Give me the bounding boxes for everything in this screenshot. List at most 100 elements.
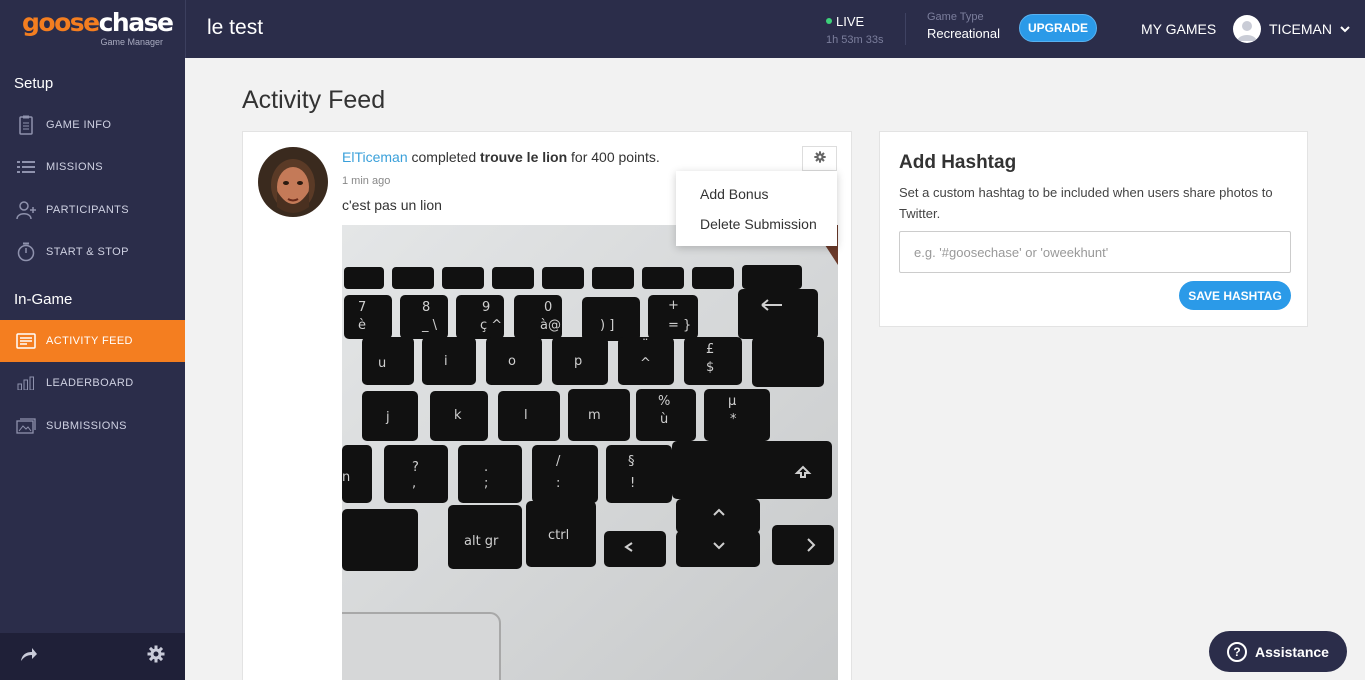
list-icon (16, 157, 36, 177)
svg-text:l: l (524, 408, 528, 423)
header-separator (905, 13, 906, 45)
share-arrow-icon[interactable] (20, 646, 38, 667)
svg-text:_ \: _ \ (421, 318, 438, 333)
sidebar-item-missions[interactable]: MISSIONS (0, 146, 185, 188)
submission-options-button[interactable] (802, 146, 837, 171)
hashtag-description: Set a custom hashtag to be included when… (899, 185, 1273, 221)
game-type-label: Game Type (927, 11, 984, 23)
svg-text:ù: ù (660, 412, 668, 427)
submission-photo[interactable]: 7 è 8 _ \ 9 ç ^ 0 à@) ] + = } u i o p ¨ ^ £ $ j k l m% ù µ * n… (342, 225, 838, 680)
svg-text:u: u (378, 356, 386, 371)
svg-text:j: j (385, 410, 390, 425)
delete-submission-option[interactable]: Delete Submission (676, 209, 837, 239)
feed-headline: ElTiceman completed trouve le lion for 4… (342, 149, 660, 165)
svg-text:alt gr: alt gr (464, 534, 499, 549)
user-menu[interactable]: TICEMAN (1233, 15, 1350, 43)
feed-caption: c'est pas un lion (342, 197, 442, 213)
svg-text::: : (556, 476, 560, 491)
upgrade-button[interactable]: UPGRADE (1019, 14, 1097, 42)
feed-user-link[interactable]: ElTiceman (342, 149, 408, 165)
sidebar-item-label: MISSIONS (46, 161, 103, 173)
header-divider (185, 0, 186, 58)
feed-mission: trouve le lion (480, 149, 568, 165)
feed-icon (16, 331, 36, 351)
svg-text:à@: à@ (540, 318, 561, 333)
svg-text:0: 0 (544, 300, 552, 315)
svg-text:i: i (444, 354, 448, 369)
sidebar-item-label: ACTIVITY FEED (46, 335, 133, 347)
sidebar-item-label: SUBMISSIONS (46, 420, 127, 432)
game-title: le test (207, 16, 264, 39)
svg-text:.: . (484, 460, 488, 475)
svg-text:9: 9 (482, 300, 490, 315)
game-type-value: Recreational (927, 26, 1000, 41)
svg-text:$: $ (706, 360, 714, 375)
setup-heading: Setup (14, 75, 54, 92)
feed-verb: completed (411, 149, 477, 165)
hashtag-input[interactable] (899, 231, 1291, 273)
svg-text:!: ! (630, 476, 635, 491)
user-avatar-icon (1233, 15, 1261, 43)
sidebar-item-start-stop[interactable]: START & STOP (0, 231, 185, 273)
svg-text:,: , (412, 476, 416, 491)
svg-text:8: 8 (422, 300, 430, 315)
assistance-button[interactable]: ? Assistance (1209, 631, 1347, 672)
svg-text:k: k (454, 408, 462, 423)
svg-text:= }: = } (668, 318, 691, 333)
sidebar-item-game-info[interactable]: GAME INFO (0, 104, 185, 146)
sidebar-item-leaderboard[interactable]: LEADERBOARD (0, 362, 185, 404)
feed-timestamp: 1 min ago (342, 175, 391, 187)
sidebar-item-label: GAME INFO (46, 119, 112, 131)
svg-text:m: m (588, 408, 601, 423)
svg-text:?: ? (412, 460, 419, 475)
sidebar-item-submissions[interactable]: SUBMISSIONS (0, 405, 185, 447)
logo-subtitle: Game Manager (100, 37, 163, 47)
page-title: Activity Feed (242, 86, 386, 114)
user-add-icon (16, 200, 36, 220)
submission-options-dropdown: Add Bonus Delete Submission (676, 171, 837, 246)
svg-text:+: + (668, 298, 679, 313)
add-bonus-option[interactable]: Add Bonus (676, 179, 837, 209)
user-avatar[interactable] (258, 147, 328, 217)
feed-points: for 400 points. (571, 149, 660, 165)
save-hashtag-button[interactable]: SAVE HASHTAG (1179, 281, 1291, 310)
svg-text:^: ^ (640, 356, 651, 371)
svg-text:ç ^: ç ^ (480, 318, 502, 333)
sidebar-item-participants[interactable]: PARTICIPANTS (0, 189, 185, 231)
logo-chase: chase (98, 8, 174, 37)
sidebar-footer (0, 633, 185, 680)
svg-text:è: è (358, 318, 366, 333)
settings-gear-icon[interactable] (147, 645, 165, 668)
live-status: LIVE 1h 53m 33s (826, 13, 883, 46)
ingame-heading: In-Game (14, 291, 73, 308)
goosechase-logo[interactable]: goosechase Game Manager (22, 8, 174, 47)
svg-text:ctrl: ctrl (548, 528, 569, 543)
my-games-link[interactable]: MY GAMES (1141, 21, 1216, 37)
question-mark-icon: ? (1227, 641, 1248, 662)
bar-chart-icon (16, 373, 36, 393)
svg-text:p: p (574, 354, 582, 369)
logo-goose: goose (22, 8, 100, 37)
add-hashtag-card: Add Hashtag Set a custom hashtag to be i… (879, 131, 1308, 327)
svg-text:o: o (508, 354, 516, 369)
assistance-label: Assistance (1255, 643, 1329, 660)
svg-text:§: § (628, 454, 635, 469)
svg-text:*: * (730, 412, 737, 427)
timer-icon (16, 242, 36, 262)
sidebar-item-activity-feed[interactable]: ACTIVITY FEED (0, 320, 185, 362)
svg-text:£: £ (706, 342, 714, 357)
svg-text:;: ; (484, 476, 488, 491)
svg-text:7: 7 (358, 300, 366, 315)
svg-text:µ: µ (728, 394, 736, 409)
hashtag-title: Add Hashtag (899, 152, 1017, 173)
clipboard-icon (16, 115, 36, 135)
sidebar-item-label: START & STOP (46, 246, 129, 258)
chevron-down-icon (1340, 20, 1350, 38)
svg-text:n: n (342, 470, 350, 485)
svg-text:%: % (658, 394, 670, 409)
gear-icon (813, 150, 826, 168)
sidebar: Setup GAME INFO MISSIONS PARTICIPANTS ST… (0, 58, 185, 680)
svg-text:/: / (556, 454, 561, 469)
live-timer: 1h 53m 33s (826, 34, 884, 46)
game-type: Game Type Recreational (927, 11, 1000, 41)
